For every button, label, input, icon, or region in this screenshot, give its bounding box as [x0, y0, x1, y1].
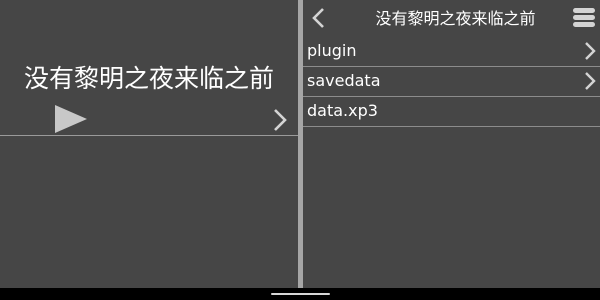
home-indicator[interactable]	[271, 293, 330, 295]
file-browser-pane: 没有黎明之夜来临之前 plugin savedata data.xp3	[303, 0, 600, 288]
system-navigation-bar	[0, 288, 600, 300]
browser-header-title: 没有黎明之夜来临之前	[375, 9, 536, 28]
divider	[0, 135, 298, 136]
file-list: plugin savedata data.xp3	[303, 37, 600, 127]
hamburger-menu-icon[interactable]	[573, 8, 595, 30]
game-title[interactable]: 没有黎明之夜来临之前	[0, 62, 298, 96]
chevron-right-icon[interactable]	[270, 108, 290, 132]
folder-item-savedata[interactable]: savedata	[303, 67, 600, 97]
file-name: data.xp3	[307, 101, 378, 120]
chevron-right-icon	[585, 42, 596, 60]
file-name: plugin	[307, 41, 357, 60]
play-icon[interactable]	[54, 105, 88, 133]
chevron-right-icon	[585, 72, 596, 90]
file-item-data-xp3[interactable]: data.xp3	[303, 97, 600, 127]
folder-item-plugin[interactable]: plugin	[303, 37, 600, 67]
game-entry-pane: 没有黎明之夜来临之前	[0, 0, 298, 288]
file-name: savedata	[307, 71, 381, 90]
chevron-left-icon[interactable]	[308, 6, 330, 30]
